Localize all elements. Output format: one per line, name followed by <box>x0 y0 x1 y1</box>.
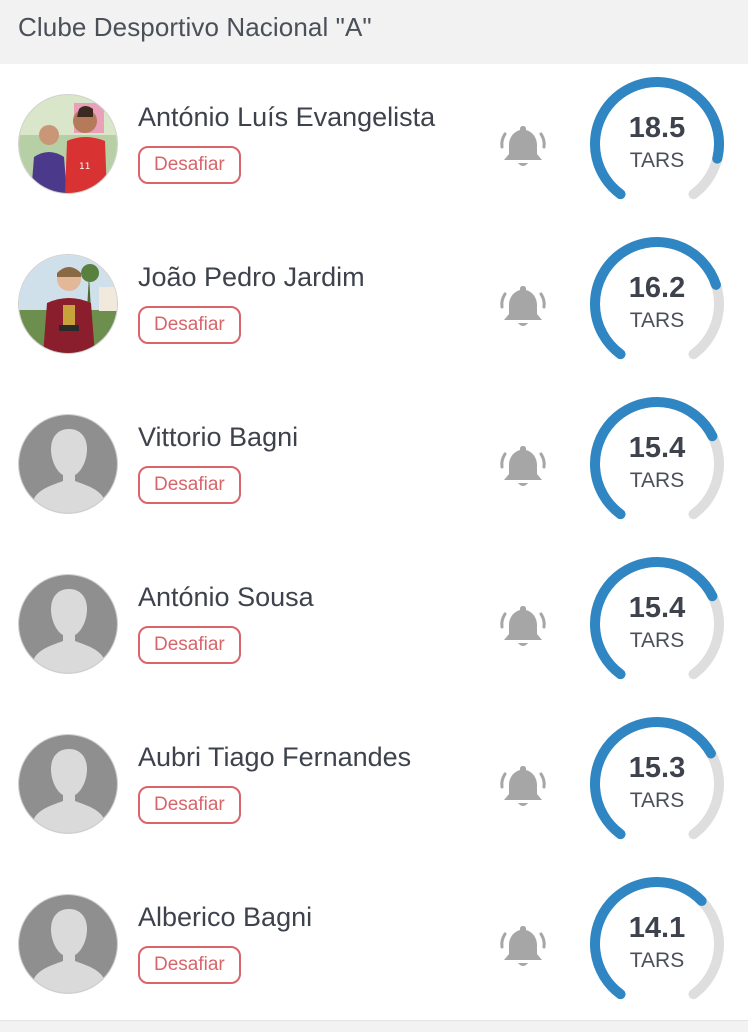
rating-value: 15.4 <box>628 432 686 464</box>
player-photo: 11 <box>19 95 117 193</box>
challenge-button[interactable]: Desafiar <box>138 786 241 824</box>
header-bar: Clube Desportivo Nacional "A" <box>0 0 748 64</box>
bell-glyph <box>500 766 546 806</box>
rating-value: 14.1 <box>628 912 686 944</box>
rating-value: 15.3 <box>628 752 686 784</box>
avatar[interactable] <box>18 254 118 354</box>
challenge-button[interactable]: Desafiar <box>138 146 241 184</box>
player-name[interactable]: Alberico Bagni <box>138 902 312 933</box>
challenge-button[interactable]: Desafiar <box>138 306 241 344</box>
list-item[interactable]: Alberico Bagni Desafiar 14.1 TARS <box>0 864 748 1024</box>
bell-icon[interactable] <box>496 278 550 332</box>
bell-icon[interactable] <box>496 118 550 172</box>
bell-icon[interactable] <box>496 758 550 812</box>
bell-glyph <box>500 286 546 326</box>
bell-icon[interactable] <box>496 918 550 972</box>
svg-text:11: 11 <box>79 162 90 172</box>
rating-unit: TARS <box>629 629 685 652</box>
bell-glyph <box>500 926 546 966</box>
person-silhouette-icon <box>19 575 117 673</box>
person-silhouette-icon <box>19 415 117 513</box>
rating-gauge: 15.3 TARS <box>584 714 730 854</box>
player-list: 11 António Luís Evangelista Desafiar 18.… <box>0 64 748 1020</box>
player-name[interactable]: António Luís Evangelista <box>138 102 435 133</box>
rating-unit: TARS <box>629 949 685 972</box>
avatar[interactable] <box>18 734 118 834</box>
rating-gauge: 15.4 TARS <box>584 554 730 694</box>
player-name[interactable]: António Sousa <box>138 582 314 613</box>
bell-icon[interactable] <box>496 438 550 492</box>
player-name[interactable]: Aubri Tiago Fernandes <box>138 742 411 773</box>
rating-value: 16.2 <box>628 272 686 304</box>
person-silhouette-icon <box>19 735 117 833</box>
rating-unit: TARS <box>629 149 685 172</box>
avatar[interactable] <box>18 414 118 514</box>
player-name[interactable]: João Pedro Jardim <box>138 262 365 293</box>
rating-gauge: 14.1 TARS <box>584 874 730 1014</box>
rating-value: 15.4 <box>628 592 686 624</box>
list-item[interactable]: João Pedro Jardim Desafiar 16.2 TARS <box>0 224 748 384</box>
rating-unit: TARS <box>629 309 685 332</box>
avatar[interactable] <box>18 574 118 674</box>
avatar[interactable] <box>18 894 118 994</box>
challenge-button[interactable]: Desafiar <box>138 946 241 984</box>
rating-unit: TARS <box>629 789 685 812</box>
bell-glyph <box>500 446 546 486</box>
bell-icon[interactable] <box>496 598 550 652</box>
list-item[interactable]: António Sousa Desafiar 15.4 TARS <box>0 544 748 704</box>
rating-gauge: 18.5 TARS <box>584 74 730 214</box>
person-silhouette-icon <box>19 895 117 993</box>
player-photo <box>19 255 117 353</box>
list-item[interactable]: 11 António Luís Evangelista Desafiar 18.… <box>0 64 748 224</box>
list-item[interactable]: Aubri Tiago Fernandes Desafiar 15.3 TARS <box>0 704 748 864</box>
list-bottom-divider <box>0 1020 748 1032</box>
rating-value: 18.5 <box>628 112 686 144</box>
bell-glyph <box>500 126 546 166</box>
rating-unit: TARS <box>629 469 685 492</box>
player-name[interactable]: Vittorio Bagni <box>138 422 298 453</box>
challenge-button[interactable]: Desafiar <box>138 466 241 504</box>
page-title: Clube Desportivo Nacional "A" <box>18 12 372 42</box>
avatar[interactable]: 11 <box>18 94 118 194</box>
rating-gauge: 16.2 TARS <box>584 234 730 374</box>
rating-gauge: 15.4 TARS <box>584 394 730 534</box>
bell-glyph <box>500 606 546 646</box>
challenge-button[interactable]: Desafiar <box>138 626 241 664</box>
list-item[interactable]: Vittorio Bagni Desafiar 15.4 TARS <box>0 384 748 544</box>
